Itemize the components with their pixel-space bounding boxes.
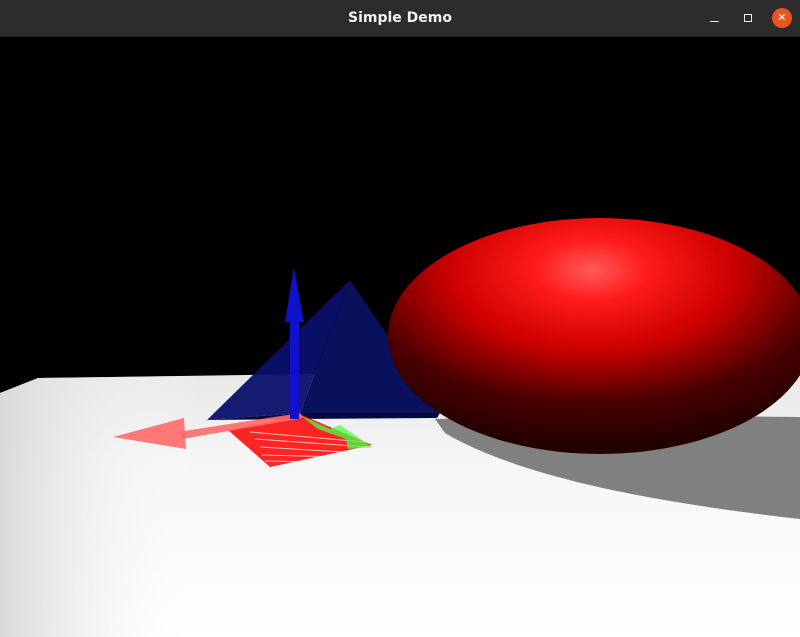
minimize-icon [710, 21, 719, 22]
axis-z-arrow-shaft [290, 319, 299, 419]
app-window: Simple Demo ✕ [0, 0, 800, 637]
scene-canvas [0, 218, 800, 637]
minimize-button[interactable] [704, 8, 724, 28]
title-bar[interactable]: Simple Demo ✕ [0, 0, 800, 37]
maximize-button[interactable] [738, 8, 758, 28]
maximize-icon [744, 14, 752, 22]
axis-z-arrow-head [285, 268, 304, 322]
close-icon: ✕ [777, 11, 787, 24]
3d-viewport[interactable] [0, 37, 800, 637]
window-title: Simple Demo [348, 10, 452, 26]
close-button[interactable]: ✕ [772, 8, 792, 28]
sphere [388, 218, 800, 454]
